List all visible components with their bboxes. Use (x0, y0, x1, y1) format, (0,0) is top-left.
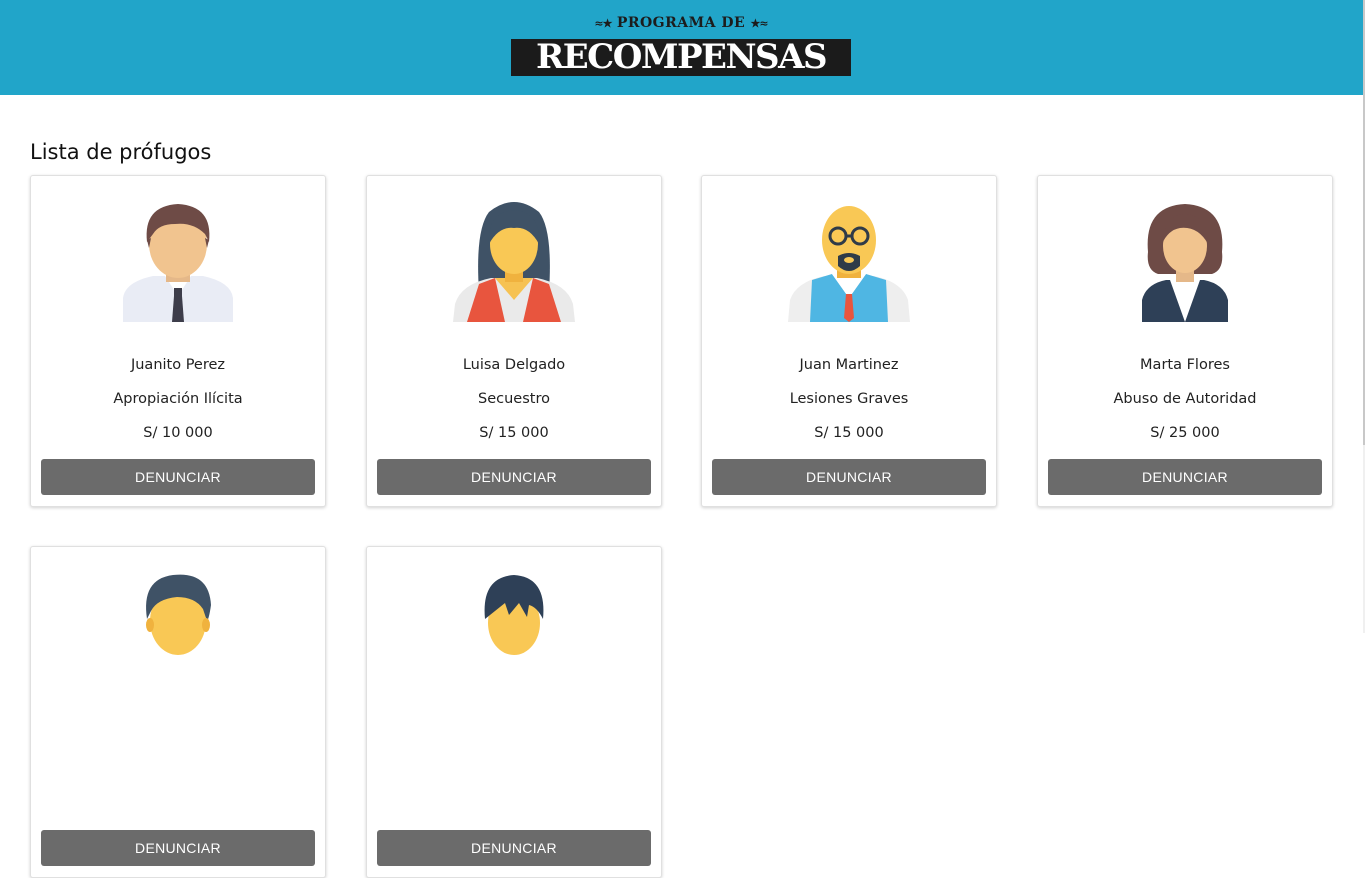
fugitive-reward: S/ 25 000 (1150, 425, 1220, 441)
man-quiff-icon (113, 571, 243, 693)
fugitive-reward: S/ 10 000 (143, 425, 213, 441)
woman-bob-hair-icon (1120, 200, 1250, 322)
fugitive-card: Juanito Perez Apropiación Ilícita S/ 10 … (30, 175, 326, 507)
denunciar-button[interactable]: DENUNCIAR (377, 830, 651, 866)
fugitive-name: Juanito Perez (130, 357, 226, 373)
denunciar-button[interactable]: DENUNCIAR (41, 459, 315, 495)
denunciar-button[interactable]: DENUNCIAR (712, 459, 986, 495)
woman-long-hair-icon (449, 200, 579, 322)
fugitive-reward: S/ 15 000 (814, 425, 884, 441)
fugitive-crime: Abuso de Autoridad (1113, 391, 1257, 407)
wing-right-icon: ★≈ (750, 17, 769, 30)
fugitive-crime: Lesiones Graves (789, 391, 909, 407)
header: ≈★ PROGRAMA DE ★≈ RECOMPENSAS (0, 0, 1363, 95)
denunciar-button[interactable]: DENUNCIAR (377, 459, 651, 495)
wing-left-icon: ≈★ (594, 17, 612, 30)
fugitive-card: Juan Martinez Lesiones Graves S/ 15 000 … (701, 175, 997, 507)
fugitive-card: DENUNCIAR (366, 546, 662, 878)
fugitive-card: DENUNCIAR (30, 546, 326, 878)
logo-main-text: RECOMPENSAS (535, 37, 828, 77)
fugitive-name: Juan Martinez (799, 357, 899, 373)
page-title: Lista de prófugos (30, 140, 212, 164)
fugitive-reward: S/ 15 000 (479, 425, 549, 441)
man-tie-icon (113, 200, 243, 322)
fugitive-card: Marta Flores Abuso de Autoridad S/ 25 00… (1037, 175, 1333, 507)
fugitive-name: Luisa Delgado (462, 357, 566, 373)
recompensas-logo: ≈★ PROGRAMA DE ★≈ RECOMPENSAS (511, 12, 851, 76)
boy-bangs-icon (449, 571, 579, 693)
logo-bar: RECOMPENSAS (511, 39, 851, 76)
denunciar-button[interactable]: DENUNCIAR (41, 830, 315, 866)
logo-top-text: PROGRAMA DE (616, 15, 746, 31)
bald-man-glasses-icon (784, 200, 914, 322)
fugitive-name: Marta Flores (1140, 357, 1230, 373)
fugitive-crime: Secuestro (478, 391, 550, 407)
fugitive-card: Luisa Delgado Secuestro S/ 15 000 DENUNC… (366, 175, 662, 507)
fugitive-crime: Apropiación Ilícita (113, 391, 243, 407)
denunciar-button[interactable]: DENUNCIAR (1048, 459, 1322, 495)
